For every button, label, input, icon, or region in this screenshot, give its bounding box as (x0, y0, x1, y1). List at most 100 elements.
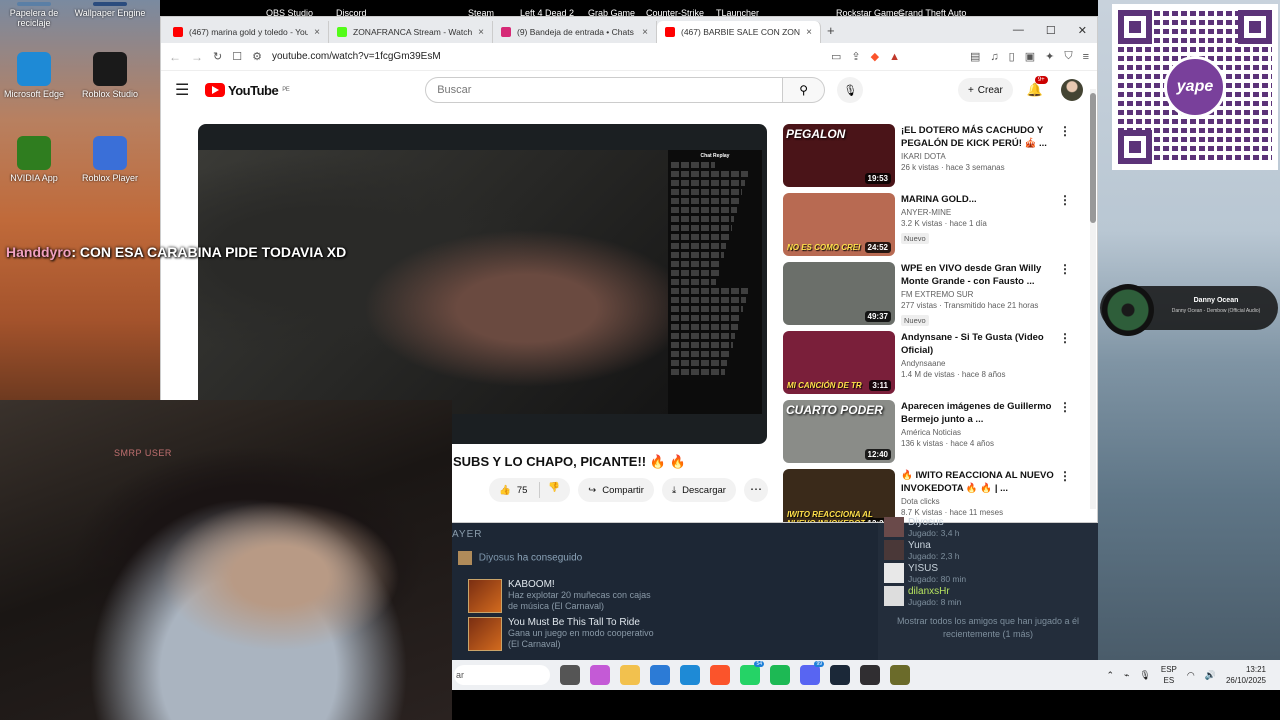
video-thumbnail[interactable]: MI CANCIÓN DE TR 3:11 (783, 331, 895, 394)
brave-icon[interactable] (710, 665, 730, 685)
notifications-button[interactable]: 🔔 9+ (1027, 76, 1048, 98)
obs-icon[interactable] (860, 665, 880, 685)
recommended-video[interactable]: CUARTO PODER 12:40 Aparecen imágenes de Gu… (783, 400, 1073, 468)
more-actions-button[interactable]: ⋯ (743, 478, 768, 502)
activity-user[interactable]: Diyosus (479, 553, 515, 564)
more-options-icon[interactable]: ⋮ (1059, 400, 1071, 414)
whatsapp-icon[interactable]: 54 (740, 661, 764, 685)
minimize-button[interactable]: — (1013, 24, 1024, 37)
desktop-icon[interactable]: Roblox Player (72, 136, 148, 183)
language-indicator[interactable]: ESP ES (1161, 664, 1177, 686)
sidebar-icon[interactable]: ▯ (1009, 50, 1015, 63)
store-icon[interactable] (650, 665, 670, 685)
spotify-icon[interactable] (770, 665, 790, 685)
voice-search-button[interactable]: 🎙 (837, 77, 864, 103)
network-icon[interactable]: ⌁ (1124, 670, 1129, 681)
game-icon[interactable] (890, 665, 910, 685)
edge-icon[interactable] (680, 665, 700, 685)
youtube-logo[interactable]: YouTube PE (205, 83, 290, 98)
browser-tab[interactable]: ZONAFRANCA Stream - Watch Live o × (329, 21, 493, 43)
steam-icon[interactable] (830, 665, 850, 685)
hamburger-menu-icon[interactable]: ☰ (175, 80, 205, 100)
video-title[interactable]: Andynsane - Si Te Gusta (Video Oficial) (901, 331, 1055, 357)
show-all-friends-link[interactable]: Mostrar todos los amigos que han jugado … (878, 615, 1098, 641)
media-icon[interactable]: ♫ (990, 51, 998, 63)
search-button[interactable]: ⚲ (783, 77, 826, 103)
recommended-video[interactable]: MI CANCIÓN DE TR 3:11 Andynsane - Si Te Gu… (783, 331, 1073, 399)
menu-icon[interactable]: ≡ (1083, 51, 1089, 63)
reader-icon[interactable]: ▤ (970, 50, 980, 63)
folder-icon[interactable] (620, 665, 640, 685)
wallet-icon[interactable]: ▣ (1025, 50, 1035, 63)
create-button[interactable]: + Crear (957, 78, 1013, 102)
more-options-icon[interactable]: ⋮ (1059, 262, 1071, 276)
site-info-icon[interactable]: ⚙ (252, 50, 262, 63)
channel-name[interactable]: Dota clicks (901, 497, 1055, 506)
video-title[interactable]: MARINA GOLD... (901, 193, 1055, 206)
reload-icon[interactable]: ↻ (213, 50, 222, 63)
brave-shield-icon[interactable]: ◆ (871, 50, 879, 63)
channel-name[interactable]: ANYER-MINE (901, 208, 1055, 217)
brave-rewards-icon[interactable]: ▲ (889, 51, 900, 63)
install-icon[interactable]: ▭ (831, 50, 841, 63)
recommended-video[interactable]: NO ES COMO CREI 24:52 MARINA GOLD... ANYER-… (783, 193, 1073, 261)
channel-name[interactable]: Andynsaane (901, 359, 1055, 368)
desktop-icon[interactable]: NVIDIA App (0, 136, 72, 183)
back-icon[interactable]: ← (169, 50, 181, 64)
video-title[interactable]: ¡EL DOTERO MÁS CACHUDO Y PEGALÓN DE KICK… (901, 124, 1055, 150)
recommended-video[interactable]: PEGALON 19:53 ¡EL DOTERO MÁS CACHUDO Y PEG… (783, 124, 1073, 192)
share-icon[interactable]: ⇪ (851, 50, 860, 63)
video-thumbnail[interactable]: 49:37 (783, 262, 895, 325)
desktop-icon[interactable]: Microsoft Edge (0, 52, 72, 99)
thumbs-down-icon[interactable]: 👎 (539, 482, 560, 498)
channel-name[interactable]: FM EXTREMO SUR (901, 290, 1055, 299)
url-field[interactable]: youtube.com/watch?v=1fcgGm39EsM (272, 51, 821, 62)
task-view-icon[interactable] (560, 665, 580, 685)
volume-icon[interactable]: 🔊 (1205, 670, 1216, 681)
recommended-video[interactable]: 49:37 WPE en VIVO desde Gran Willy Monte … (783, 262, 1073, 330)
more-options-icon[interactable]: ⋮ (1059, 331, 1071, 345)
mic-tray-icon[interactable]: 🎙 (1139, 670, 1150, 681)
desktop-icon[interactable]: Papelera de reciclaje (0, 2, 72, 28)
taskbar-search[interactable]: ar (454, 665, 550, 685)
tray-chevron-icon[interactable]: ⌃ (1106, 670, 1114, 681)
search-input[interactable]: Buscar (425, 77, 784, 103)
video-thumbnail[interactable]: PEGALON 19:53 (783, 124, 895, 187)
like-button[interactable]: 👍 75 👎 (489, 478, 571, 502)
video-thumbnail[interactable]: NO ES COMO CREI 24:52 (783, 193, 895, 256)
new-tab-button[interactable]: + (827, 23, 835, 38)
friend-entry[interactable]: YISUS Jugado: 80 min (884, 563, 966, 584)
video-thumbnail[interactable]: CUARTO PODER 12:40 (783, 400, 895, 463)
more-options-icon[interactable]: ⋮ (1059, 193, 1071, 207)
copilot-icon[interactable] (590, 665, 610, 685)
video-title[interactable]: 🔥 IWITO REACCIONA AL NUEVO INVOKEDOTA 🔥 … (901, 469, 1055, 495)
wifi-icon[interactable]: ◠ (1187, 670, 1195, 681)
more-options-icon[interactable]: ⋮ (1059, 469, 1071, 483)
more-options-icon[interactable]: ⋮ (1059, 124, 1071, 138)
share-button[interactable]: ↪ Compartir (578, 478, 654, 502)
tab-close-icon[interactable]: × (478, 27, 484, 38)
friend-entry[interactable]: Yuna Jugado: 2,3 h (884, 540, 960, 561)
maximize-button[interactable]: ☐ (1046, 24, 1056, 37)
browser-tab[interactable]: (467) marina gold y toledo - YouTube × (165, 21, 329, 43)
channel-name[interactable]: América Noticias (901, 428, 1055, 437)
clock[interactable]: 13:21 26/10/2025 (1226, 664, 1266, 686)
desktop-icon[interactable]: Roblox Studio (72, 52, 148, 99)
recommended-video[interactable]: IWITO REACCIONA AL NUEVO INVOKEDOTA12:28… (783, 469, 1073, 522)
forward-icon[interactable]: → (191, 50, 203, 64)
video-title[interactable]: Aparecen imágenes de Guillermo Bermejo j… (901, 400, 1055, 426)
tab-close-icon[interactable]: × (314, 27, 320, 38)
account-avatar[interactable] (1061, 79, 1083, 101)
tab-close-icon[interactable]: × (806, 27, 812, 38)
download-button[interactable]: ⤓ Descargar (661, 478, 736, 502)
discord-icon[interactable]: 99 (800, 661, 824, 685)
video-player[interactable]: Chat Replay (198, 124, 767, 444)
friend-entry[interactable]: Diyosus Jugado: 3,4 h (884, 517, 960, 538)
close-button[interactable]: ✕ (1078, 24, 1087, 37)
browser-tab[interactable]: (467) BARBIE SALE CON ZONA F × (657, 21, 821, 43)
channel-name[interactable]: IKARI DOTA (901, 152, 1055, 161)
browser-tab[interactable]: (9) Bandeja de entrada • Chats × (493, 21, 657, 43)
desktop-icon[interactable]: Wallpaper Engine (72, 2, 148, 18)
tab-close-icon[interactable]: × (642, 27, 648, 38)
video-thumbnail[interactable]: IWITO REACCIONA AL NUEVO INVOKEDOTA12:28 (783, 469, 895, 522)
